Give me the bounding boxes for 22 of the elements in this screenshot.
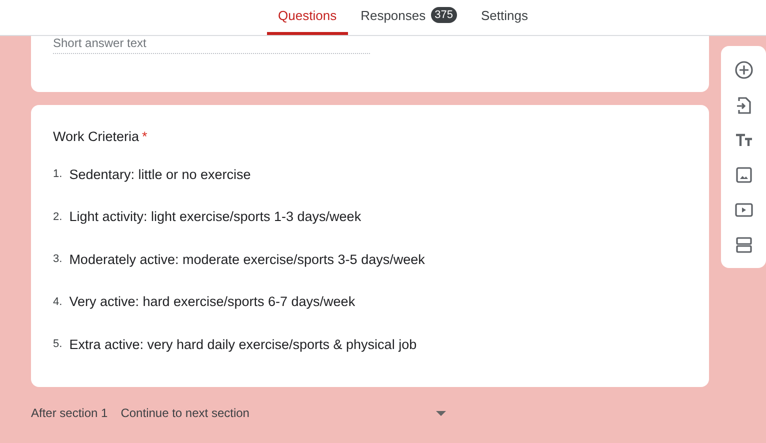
- option-label[interactable]: Very active: hard exercise/sports 6-7 days/week: [69, 294, 356, 310]
- short-answer-field: Short answer text: [53, 36, 370, 54]
- option-number: 4.: [53, 296, 62, 308]
- option-label[interactable]: Moderately active: moderate exercise/sports 3-5 days/week: [69, 252, 425, 267]
- tab[interactable]: Responses 375: [350, 7, 468, 35]
- section-dropdown[interactable]: Continue to next section: [120, 406, 446, 420]
- count-badge: 375: [430, 7, 457, 23]
- option-label[interactable]: Sedentary: little or no exercise: [69, 166, 251, 182]
- caret-icon: [436, 410, 446, 416]
- option-number: 3.: [53, 253, 62, 266]
- required-mark: *: [142, 129, 148, 144]
- option-label[interactable]: Extra active: very hard daily exercise/sports & physical job: [69, 336, 417, 352]
- tab[interactable]: Settings: [470, 8, 539, 35]
- image-icon[interactable]: [734, 164, 754, 184]
- option-label[interactable]: Light activity: light exercise/sports 1-3 days/week: [69, 209, 362, 224]
- add-icon[interactable]: [734, 60, 754, 80]
- section-icon[interactable]: [734, 234, 754, 254]
- option-number: 2.: [53, 210, 62, 223]
- option-number: 1.: [53, 168, 62, 180]
- after-section-label: After section 1: [31, 406, 108, 420]
- option-number: 5.: [53, 338, 62, 350]
- question-title: Work Crieteria: [53, 129, 140, 144]
